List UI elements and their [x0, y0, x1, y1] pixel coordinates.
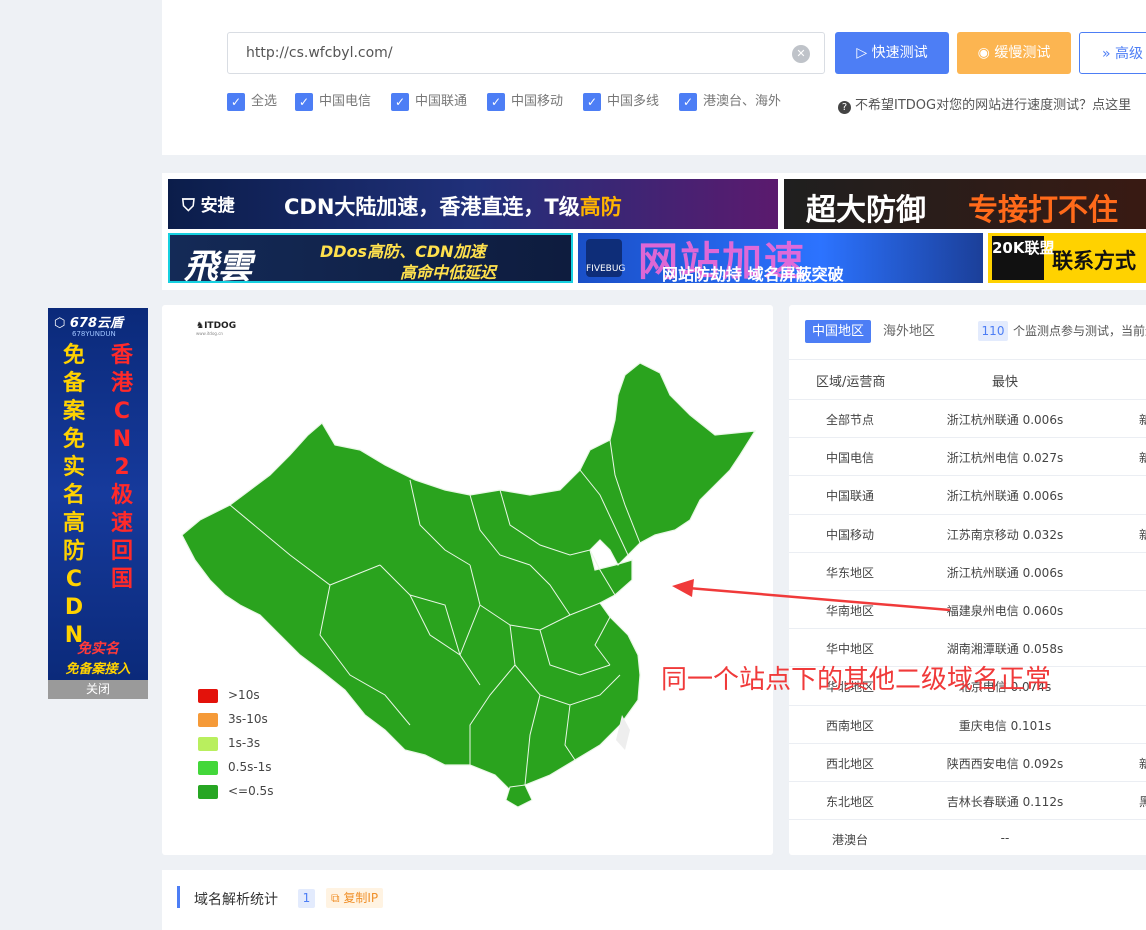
col-header-region: 区域/运营商 — [816, 375, 886, 390]
chevron-double-down-icon: » — [1102, 46, 1116, 62]
ad-char: 回 — [110, 539, 133, 564]
play-circle-icon: ◉ — [977, 45, 995, 61]
side-ad-close-button[interactable]: 关闭 — [48, 680, 148, 699]
region-cell: 全部节点 — [825, 413, 874, 427]
ad-banner-feiyun[interactable]: 飛雲 DDos高防、CDN加速 高命中低延迟 — [168, 233, 573, 283]
ad-char: 案 — [62, 399, 85, 424]
ad-char: 极 — [110, 483, 133, 508]
ad-char: 香 — [110, 343, 133, 368]
ad-char: 免 — [62, 427, 85, 452]
extra-cell: 新 — [1139, 451, 1146, 466]
check-icon: ✓ — [391, 93, 409, 111]
fast-test-button[interactable]: ▷ 快速测试 — [835, 32, 949, 74]
region-cell: 中国电信 — [825, 451, 874, 466]
table-row[interactable]: 全部节点 浙江杭州联通 0.006s 新 — [789, 399, 1146, 438]
annotation-arrow — [672, 579, 951, 612]
fastest-cell: 浙江杭州联通 0.006s — [946, 413, 1064, 427]
ad-char: 高 — [62, 511, 85, 536]
advanced-button[interactable]: » 高级 — [1079, 32, 1146, 74]
fastest-cell: 吉林长春联通 0.112s — [946, 795, 1064, 809]
table-row[interactable]: 中国联通 浙江杭州联通 0.006s — [789, 475, 1146, 514]
ad-char: C — [113, 399, 131, 424]
check-icon: ✓ — [583, 93, 601, 111]
region-cell: 华中地区 — [825, 642, 874, 657]
ad-char: 实 — [62, 455, 85, 480]
copy-icon: ⧉ — [331, 891, 344, 905]
ad-brand: ⬡ 678云盾 — [54, 316, 124, 331]
check-icon: ✓ — [487, 93, 505, 111]
fastest-cell: 陕西西安电信 0.092s — [946, 756, 1064, 771]
region-cell: 中国联通 — [825, 489, 874, 504]
check-icon: ✓ — [679, 93, 697, 111]
fastest-cell: 浙江杭州电信 0.027s — [946, 451, 1064, 466]
fastest-cell: 重庆电信 0.101s — [958, 718, 1052, 733]
region-cell: 西北地区 — [825, 756, 874, 771]
fastest-cell: 江苏南京移动 0.032s — [946, 527, 1064, 542]
dog-icon: ♞ — [196, 321, 205, 331]
fastest-cell: -- — [1000, 831, 1010, 846]
url-input-value: http://cs.wfcbyl.com/ — [246, 45, 393, 61]
region-cell: 港澳台 — [831, 833, 868, 848]
ad-char: C — [65, 567, 83, 592]
table-row[interactable]: 西北地区 陕西西安电信 0.092s 新 — [789, 742, 1146, 782]
slow-test-button[interactable]: ◉ 缓慢测试 — [957, 32, 1071, 74]
shield-icon: FIVEBUG — [586, 239, 625, 277]
table-row[interactable]: 中国电信 浙江杭州电信 0.027s 新 — [789, 437, 1146, 476]
play-icon: ▷ — [856, 45, 872, 61]
ad-char: 国 — [110, 567, 133, 592]
ad-char: 港 — [110, 371, 133, 396]
annotation-text: 同一个站点下的其他二级域名正常 — [661, 665, 1052, 695]
col-header-fastest: 最快 — [992, 375, 1019, 390]
tab-overseas[interactable]: 海外地区 — [883, 320, 935, 343]
extra-cell: 新 — [1139, 527, 1146, 542]
ad-char: 备 — [62, 371, 85, 396]
ad-banner-anjie[interactable]: ⛉ 安捷 CDN大陆加速，香港直连，T级高防 — [168, 179, 778, 229]
extra-cell: 黑 — [1139, 795, 1146, 809]
itdog-logo: ♞ITDOG www.itdog.cn — [196, 321, 237, 336]
ad-char: 免 — [62, 343, 85, 368]
monitor-count-text: 个监测点参与测试，当前进度 — [1013, 324, 1146, 338]
side-ad-678yundun[interactable]: ⬡ 678云盾 678YUNDUN 免备案免实名高防CDN 香港CN2极速回国 … — [48, 308, 148, 680]
question-circle-icon: ? — [838, 101, 851, 114]
region-cell: 东北地区 — [825, 795, 874, 809]
fastest-cell: 浙江杭州联通 0.006s — [946, 489, 1064, 504]
copy-ip-button[interactable]: ⧉ 复制IP — [326, 888, 384, 908]
ad-char: 速 — [110, 511, 133, 536]
table-row[interactable]: 中国移动 江苏南京移动 0.032s 新 — [789, 513, 1146, 553]
table-row[interactable]: 西南地区 重庆电信 0.101s — [789, 704, 1146, 744]
region-cell: 西南地区 — [825, 718, 874, 733]
dns-count-badge: 1 — [298, 889, 315, 908]
ad-banner-defense[interactable]: 超大防御 专接打不住 — [784, 179, 1146, 229]
check-icon: ✓ — [227, 93, 245, 111]
check-icon: ✓ — [295, 93, 313, 111]
shield-logo-icon: ⛉ 安捷 — [182, 196, 235, 216]
ad-text-column-right: 香港CN 2 极速回国 — [102, 342, 142, 594]
search-panel — [162, 0, 1146, 155]
ad-banner-20k[interactable]: 20K联盟 联系方式 — [988, 233, 1146, 283]
url-input[interactable]: http://cs.wfcbyl.com/ ✕ — [227, 32, 825, 74]
ad-char: D — [64, 595, 84, 620]
ad-char: 2 — [114, 455, 130, 480]
clear-circle-icon[interactable]: ✕ — [792, 45, 810, 63]
section-accent-bar — [177, 886, 180, 908]
monitor-count-badge: 110 — [978, 321, 1008, 341]
optout-link[interactable]: ? 不希望ITDOG对您的网站进行速度测试？点这里 — [838, 94, 1131, 114]
ad-char: 防 — [62, 539, 85, 564]
extra-cell: 新 — [1139, 413, 1146, 427]
table-row[interactable]: 东北地区 吉林长春联通 0.112s 黑 — [789, 781, 1146, 820]
dns-stats-title: 域名解析统计 — [194, 892, 278, 908]
ad-char: N — [112, 427, 132, 452]
tab-china[interactable]: 中国地区 — [805, 320, 871, 343]
fastest-cell: 湖南湘潭联通 0.058s — [946, 642, 1064, 657]
extra-cell: 新 — [1139, 756, 1146, 771]
region-cell: 中国移动 — [825, 527, 874, 542]
ad-banner-site-acceleration[interactable]: FIVEBUG 网站加速 网站防劫持 域名屏蔽突破 — [578, 233, 983, 283]
ad-char: 名 — [62, 483, 85, 508]
table-row[interactable]: 港澳台 -- — [789, 819, 1146, 858]
ad-text-column-left: 免备案免实名高防CDN — [54, 342, 94, 650]
